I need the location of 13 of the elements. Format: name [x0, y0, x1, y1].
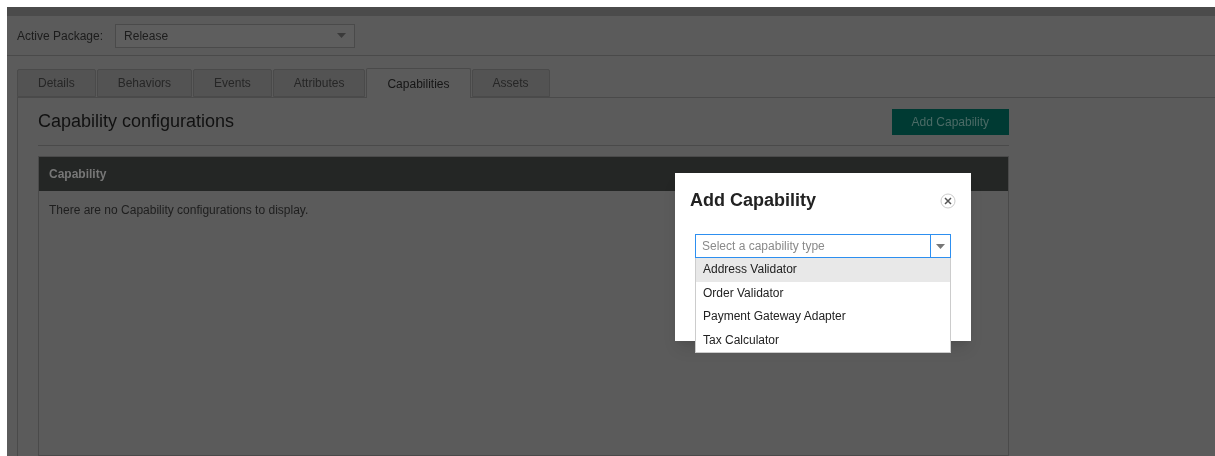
- dialog-title: Add Capability: [690, 189, 816, 212]
- column-header: Capability: [49, 166, 107, 183]
- empty-table-message: There are no Capability configurations to display.: [49, 202, 309, 219]
- caret-icon: [936, 243, 945, 249]
- package-dropdown[interactable]: Release: [115, 23, 356, 48]
- dropdown-option[interactable]: Address Validator: [696, 258, 950, 282]
- section-title: Capability configurations: [38, 110, 235, 133]
- caret-icon: [337, 33, 347, 39]
- active-package-label: Active Package:: [17, 27, 104, 45]
- capability-type-select[interactable]: Select a capability type: [695, 234, 951, 258]
- tab[interactable]: Capabilities: [366, 68, 471, 98]
- close-icon[interactable]: [940, 192, 956, 209]
- add-capability-button[interactable]: Add Capability: [891, 108, 1009, 135]
